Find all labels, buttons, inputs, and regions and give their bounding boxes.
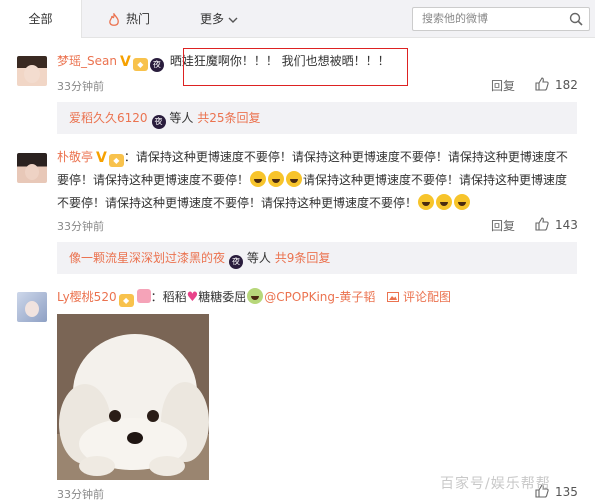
reply-summary-middle: 等人 <box>246 251 271 265</box>
tab-hot[interactable]: 热门 <box>108 0 150 38</box>
search-placeholder: 搜索他的微博 <box>422 12 488 25</box>
level-badge-icon: ◆ <box>108 154 124 167</box>
reply-summary[interactable]: 爱稻久久6120 夜 等人 共25条回复 <box>57 102 577 134</box>
comment-text: ：稻稻 <box>150 290 187 304</box>
heart-icon: ♥ <box>186 290 199 305</box>
comment-text: 请保持这种更博速度不要停！请保持这种更博速度 <box>303 173 568 187</box>
search-icon[interactable] <box>569 12 583 26</box>
comment-text: 要停！请保持这种更博速度不要停！ <box>57 173 250 187</box>
like-count: 143 <box>555 218 578 232</box>
level-badge-icon: ◆ <box>118 294 134 307</box>
timestamp: 33分钟前 <box>57 488 104 501</box>
search-input[interactable]: 搜索他的微博 <box>412 7 590 31</box>
dog-image <box>57 314 209 480</box>
flame-icon <box>109 12 119 26</box>
level-badge-icon: ◆ <box>132 58 148 71</box>
avatar[interactable] <box>17 153 47 183</box>
tab-hot-label: 热门 <box>126 12 151 26</box>
image-icon <box>387 292 400 302</box>
username[interactable]: Ly樱桃520 <box>57 290 117 304</box>
comment-line: Ly樱桃520 ◆ ：稻稻♥糖糖委屈 @CPOPKing-黄子韬 评论配图 <box>57 286 451 309</box>
reply-button[interactable]: 回复 <box>491 77 515 94</box>
verified-icon: V <box>96 150 107 166</box>
watermark: 百家号/娱乐帮帮 <box>440 476 551 492</box>
emoji-icon <box>250 171 267 187</box>
emoji-icon <box>418 194 435 210</box>
mention-link[interactable]: @CPOPKing-黄子韬 <box>264 290 375 304</box>
like-button[interactable]: 182 <box>535 77 578 92</box>
thumbs-up-icon <box>535 217 549 231</box>
comment-line: 朴敬亭 V ◆ ：请保持这种更博速度不要停！请保持这种更博速度不要停！请保持这种更博速… <box>57 146 568 169</box>
tab-all[interactable]: 全部 <box>0 0 82 38</box>
username[interactable]: 朴敬亭 <box>57 150 93 164</box>
comment-text: ：请保持这种更博速度不要停！请保持这种更博速度不要停！请保持这种更博速度不 <box>123 150 568 164</box>
emoji-icon <box>286 171 303 187</box>
chevron-down-icon <box>228 17 238 23</box>
comment-line: 不要停！请保持这种更博速度不要停！请保持这种更博速度不要停！ <box>57 192 471 214</box>
reply-summary-user[interactable]: 爱稻久久6120 <box>69 111 148 125</box>
filter-bar: 全部 热门 更多 搜索他的微博 <box>0 0 595 38</box>
like-count: 182 <box>555 78 578 92</box>
username[interactable]: 梦瑶_Sean <box>57 54 117 68</box>
like-button[interactable]: 143 <box>535 217 578 232</box>
tab-more-label: 更多 <box>200 12 225 26</box>
night-badge-icon: 夜 <box>149 58 164 72</box>
night-badge-icon: 夜 <box>229 255 244 269</box>
comment-line: 要停！请保持这种更博速度不要停！ 请保持这种更博速度不要停！请保持这种更博速度 <box>57 169 567 191</box>
emoji-icon <box>247 288 264 304</box>
thumbs-up-icon <box>535 77 549 91</box>
reply-button[interactable]: 回复 <box>491 217 515 234</box>
avatar[interactable] <box>17 56 47 86</box>
reply-summary[interactable]: 像一颗流星深深划过漆黑的夜夜 等人 共9条回复 <box>57 242 577 274</box>
emoji-icon <box>436 194 453 210</box>
reply-summary-count[interactable]: 共25条回复 <box>197 111 260 125</box>
verified-icon: V <box>119 54 131 70</box>
like-count: 135 <box>555 485 578 499</box>
comment-text: 不要停！请保持这种更博速度不要停！请保持这种更博速度不要停！ <box>57 196 418 210</box>
comment-photo[interactable] <box>57 314 209 480</box>
reply-summary-user[interactable]: 像一颗流星深深划过漆黑的夜 <box>69 251 225 265</box>
tab-more[interactable]: 更多 <box>200 0 238 38</box>
comment-text: 糖糖委屈 <box>198 290 247 304</box>
comment-image-link[interactable]: 评论配图 <box>403 290 451 304</box>
avatar[interactable] <box>17 292 47 322</box>
heart-badge-icon <box>136 289 151 303</box>
highlight-box <box>183 48 408 86</box>
timestamp: 33分钟前 <box>57 220 104 233</box>
timestamp: 33分钟前 <box>57 80 104 93</box>
emoji-icon <box>268 171 285 187</box>
emoji-icon <box>454 194 471 210</box>
night-badge-icon: 夜 <box>151 115 166 129</box>
reply-summary-count[interactable]: 共9条回复 <box>275 251 331 265</box>
reply-summary-middle: 等人 <box>169 111 194 125</box>
